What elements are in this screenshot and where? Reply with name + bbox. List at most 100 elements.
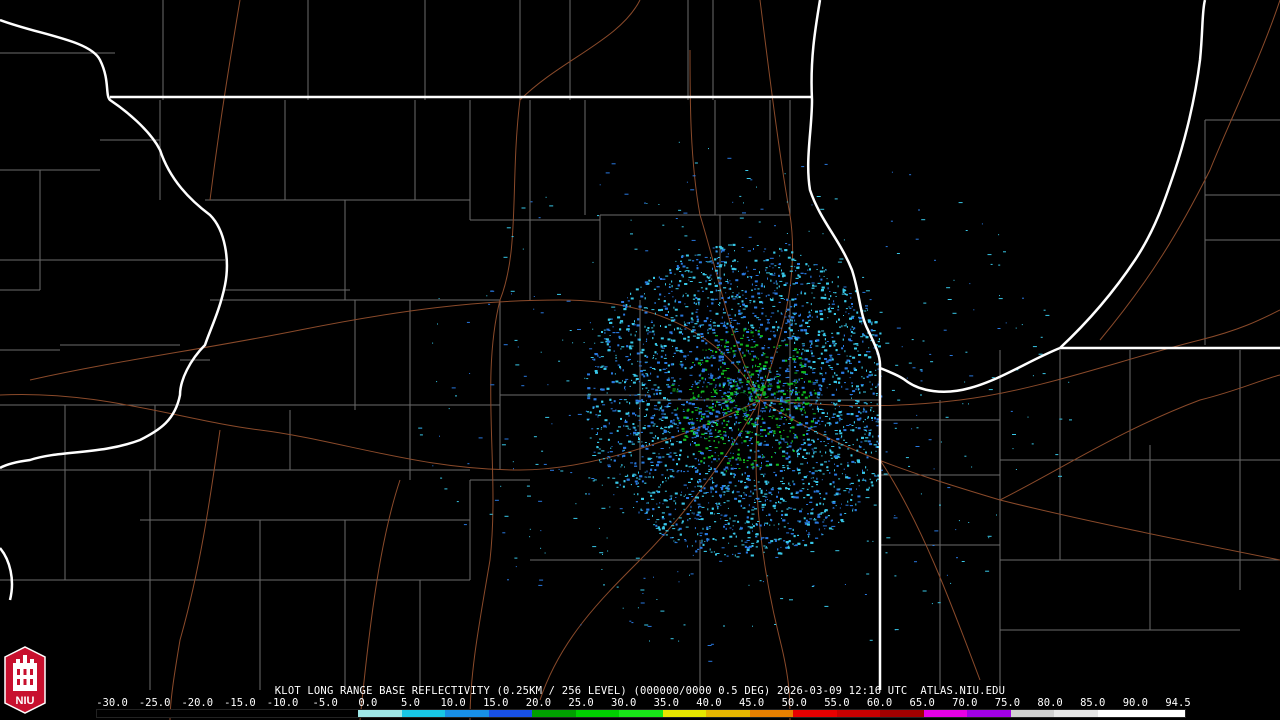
echo-pixel: [780, 406, 783, 408]
echo-pixel: [753, 341, 756, 343]
echo-pixel: [721, 358, 724, 361]
echo-pixel: [745, 366, 749, 368]
echo-pixel: [745, 409, 748, 411]
echo-pixel: [870, 409, 872, 412]
echo-pixel: [622, 369, 624, 372]
echo-pixel: [667, 431, 669, 433]
echo-pixel: [742, 308, 746, 310]
echo-pixel: [776, 282, 778, 285]
echo-pixel: [700, 542, 703, 544]
echo-pixel: [643, 307, 647, 309]
echo-pixel: [789, 414, 792, 417]
county-lines: [0, 0, 1280, 690]
echo-pixel: [657, 506, 660, 508]
echo-pixel: [611, 372, 613, 375]
echo-pixel: [730, 464, 732, 466]
echo-pixel: [853, 309, 856, 311]
echo-pixel: [794, 319, 796, 322]
echo-pixel: [759, 271, 760, 274]
echo-pixel: [816, 477, 818, 480]
echo-pixel: [750, 393, 752, 395]
echo-pixel: [821, 455, 823, 457]
echo-pixel: [770, 401, 773, 404]
echo-pixel: [698, 261, 702, 264]
echo-pixel: [668, 447, 670, 449]
echo-pixel: [769, 500, 772, 502]
echo-pixel: [666, 469, 668, 472]
echo-pixel: [852, 356, 856, 359]
echo-pixel: [651, 320, 653, 322]
echo-pixel: [609, 321, 613, 324]
echo-pixel: [705, 473, 709, 475]
echo-pixel: [821, 533, 823, 536]
echo-pixel: [793, 508, 797, 510]
echo-pixel: [672, 383, 676, 385]
echo-pixel: [867, 319, 871, 322]
echo-pixel: [759, 327, 761, 329]
echo-pixel: [628, 452, 632, 454]
echo-pixel: [870, 340, 872, 342]
echo-pixel: [864, 310, 867, 312]
echo-pixel: [712, 378, 715, 381]
echo-pixel: [683, 321, 685, 323]
echo-pixel: [700, 418, 703, 420]
echo-pixel: [811, 352, 813, 355]
echo-pixel: [766, 499, 768, 500]
echo-pixel: [747, 510, 750, 513]
echo-pixel: [712, 409, 715, 412]
echo-pixel: [696, 346, 699, 349]
echo-pixel: [746, 331, 750, 333]
echo-pixel: [704, 378, 706, 381]
echo-pixel: [751, 327, 755, 329]
echo-pixel: [726, 487, 728, 490]
echo-pixel: [808, 319, 811, 321]
echo-pixel: [697, 533, 699, 536]
echo-pixel: [801, 404, 803, 406]
echo-pixel: [702, 424, 706, 427]
echo-pixel: [851, 306, 853, 308]
echo-pixel: [763, 545, 766, 547]
echo-pixel: [679, 363, 681, 365]
echo-pixel: [742, 351, 744, 354]
echo-pixel: [790, 306, 793, 308]
echo-pixel: [767, 347, 770, 349]
echo-pixel: [663, 499, 667, 502]
echo-pixel: [731, 491, 734, 494]
echo-pixel: [845, 361, 848, 364]
echo-pixel: [675, 523, 678, 526]
echo-pixel: [763, 251, 765, 253]
echo-pixel: [716, 506, 719, 507]
echo-pixel: [706, 385, 708, 388]
echo-pixel: [644, 476, 646, 478]
echo-pixel: [723, 409, 727, 410]
echo-pixel: [834, 473, 838, 476]
echo-pixel: [858, 410, 861, 413]
echo-pixel: [604, 419, 608, 422]
echo-pixel: [780, 391, 784, 393]
echo-pixel: [788, 358, 790, 360]
echo-pixel: [876, 479, 878, 482]
echo-pixel: [648, 279, 651, 282]
echo-pixel: [673, 306, 675, 309]
echo-pixel: [678, 301, 682, 304]
echo-pixel: [705, 447, 709, 450]
echo-pixel: [700, 333, 704, 335]
echo-pixel: [639, 475, 643, 478]
echo-pixel: [657, 386, 660, 389]
echo-pixel: [695, 432, 699, 434]
echo-pixel: [693, 294, 696, 297]
echo-pixel: [754, 315, 757, 317]
echo-pixel: [750, 324, 754, 327]
echo-pixel: [705, 261, 707, 262]
echo-pixel: [609, 398, 612, 401]
echo-pixel: [810, 512, 814, 515]
echo-pixel: [856, 449, 859, 452]
echo-pixel: [661, 438, 665, 440]
echo-pixel: [706, 526, 709, 529]
echo-pixel: [634, 320, 635, 323]
echo-pixel: [823, 335, 827, 337]
echo-pixel: [836, 438, 840, 441]
echo-pixel: [755, 498, 757, 499]
echo-pixel: [670, 363, 673, 366]
echo-pixel: [817, 333, 820, 336]
